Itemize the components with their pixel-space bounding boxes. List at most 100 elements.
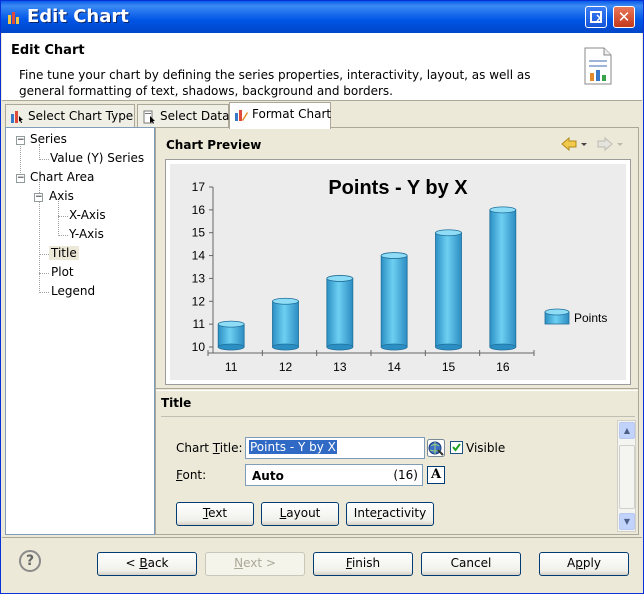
chart-title-label: Chart Title: [176, 441, 243, 455]
vertical-scrollbar[interactable]: ▲ ▼ [617, 420, 636, 532]
chart-preview: Points - Y by X 10 11 12 13 14 15 16 17 11 12 13 14… [165, 159, 631, 385]
bar [217, 323, 245, 348]
scroll-thumb[interactable] [619, 445, 635, 509]
title-bar: Edit Chart ✕ [1, 1, 643, 33]
tree-item-chart-area[interactable]: Chart Area [30, 170, 94, 184]
y-tick-label: 15 [192, 226, 206, 240]
help-icon[interactable]: ? [19, 550, 41, 572]
font-value: Auto [252, 469, 284, 483]
chart-preview-label: Chart Preview [166, 138, 262, 152]
format-tree: − Series Value (Y) Series − Chart Area −… [5, 127, 155, 535]
legend-swatch-top [544, 308, 570, 316]
y-tick-label: 14 [192, 249, 206, 263]
tree-item-series[interactable]: Series [30, 132, 67, 146]
tree-item-plot[interactable]: Plot [51, 265, 74, 279]
chart-svg: Points - Y by X 10 11 12 13 14 15 16 17 11 12 13 14… [192, 177, 608, 374]
button-label: < [125, 556, 140, 570]
font-size: (16) [393, 468, 418, 482]
tree-item-value-series[interactable]: Value (Y) Series [50, 151, 144, 165]
mnemonic: T [212, 441, 220, 455]
font-editor-button[interactable]: A [427, 466, 445, 484]
section-title: Title [161, 396, 192, 410]
y-tick-label: 11 [193, 317, 206, 331]
tree-label: Chart Area [30, 170, 95, 184]
legend-label: Points [574, 311, 607, 325]
button-label: Inte [353, 506, 378, 520]
font-a-icon: A [430, 467, 442, 482]
y-tick-label: 12 [192, 294, 206, 308]
tree-item-legend[interactable]: Legend [51, 284, 95, 298]
close-button[interactable]: ✕ [613, 6, 635, 28]
visible-label[interactable]: Visible [466, 441, 505, 455]
x-tick-label: 16 [496, 360, 510, 374]
tree-connector [58, 201, 59, 236]
bar-base [435, 343, 462, 351]
interactivity-button[interactable]: Interactivity [346, 502, 434, 526]
collapse-axis-icon[interactable]: − [34, 193, 43, 202]
font-label: Font: [176, 468, 206, 482]
format-chart-icon [235, 110, 248, 121]
tree-item-title[interactable]: Title [49, 246, 79, 260]
chart-title-value: Points - Y by X [249, 440, 337, 454]
y-tick-label: 17 [192, 180, 206, 194]
tree-label: Axis [49, 189, 74, 203]
collapse-series-icon[interactable]: − [16, 136, 25, 145]
button-label: inish [351, 556, 381, 570]
button-label: ayout [286, 506, 321, 520]
tab-select-data[interactable]: Select Data [137, 104, 230, 128]
x-tick-label: 12 [279, 360, 293, 374]
edit-chart-window: Edit Chart ✕ Edit Chart Fine tune your c… [0, 0, 644, 594]
chart-title-input[interactable]: Points - Y by X [245, 437, 425, 459]
back-button[interactable]: < Back [97, 552, 197, 576]
cancel-button[interactable]: Cancel [421, 552, 521, 576]
bar-base [217, 343, 245, 351]
tree-item-x-axis[interactable]: X-Axis [69, 208, 106, 222]
visible-checkbox[interactable] [450, 441, 463, 454]
back-arrow-icon[interactable] [560, 136, 590, 152]
maximize-button[interactable] [585, 6, 607, 28]
apply-button[interactable]: Apply [539, 552, 629, 576]
label-text: Chart [176, 441, 213, 455]
x-tick-label: 13 [333, 360, 347, 374]
button-label: ext [208, 506, 228, 520]
chart-canvas: Points - Y by X 10 11 12 13 14 15 16 17 11 12 13 14… [170, 164, 626, 380]
tree-connector [39, 292, 49, 293]
button-label: activity [381, 506, 427, 520]
wizard-header: Edit Chart Fine tune your chart by defin… [2, 33, 642, 101]
chart-app-icon [8, 12, 19, 24]
tree-label: Y-Axis [69, 227, 104, 241]
bar [272, 300, 299, 348]
externalize-text-icon[interactable] [427, 439, 445, 457]
wizard-footer: ? < Back Next > Finish Cancel Apply [2, 537, 642, 593]
tree-item-axis[interactable]: Axis [49, 189, 74, 203]
collapse-chart-area-icon[interactable]: − [16, 174, 25, 183]
button-label: ext > [243, 556, 276, 570]
x-tick-label: 14 [387, 360, 401, 374]
mnemonic: N [234, 556, 244, 570]
tree-label: Series [30, 132, 67, 146]
window-title: Edit Chart [27, 6, 129, 27]
forward-arrow-icon[interactable] [596, 136, 626, 152]
bar [380, 255, 408, 348]
tree-label: Value (Y) Series [50, 151, 145, 165]
scroll-down-arrow[interactable]: ▼ [619, 513, 635, 530]
checkmark-icon [452, 443, 461, 452]
tab-format-chart[interactable]: Format Chart [229, 102, 331, 129]
bar [489, 209, 517, 348]
button-label: Cancel [450, 556, 492, 570]
tree-connector [39, 254, 49, 255]
layout-button[interactable]: Layout [261, 502, 339, 526]
scroll-up-arrow[interactable]: ▲ [619, 422, 635, 439]
document-chart-icon [584, 47, 612, 85]
tab-select-chart-type[interactable]: Select Chart Type [5, 104, 135, 128]
finish-button[interactable]: Finish [313, 552, 413, 576]
tab-label: Select Chart Type [28, 109, 134, 123]
next-button[interactable]: Next > [205, 552, 305, 576]
text-button[interactable]: Text [176, 502, 254, 526]
label-text: ont: [182, 468, 207, 482]
tree-item-y-axis[interactable]: Y-Axis [69, 227, 104, 241]
bar [326, 278, 354, 348]
x-tick-label: 15 [442, 360, 456, 374]
font-field[interactable]: Auto (16) [245, 464, 423, 486]
chart-title[interactable]: Points - Y by X [328, 177, 468, 199]
